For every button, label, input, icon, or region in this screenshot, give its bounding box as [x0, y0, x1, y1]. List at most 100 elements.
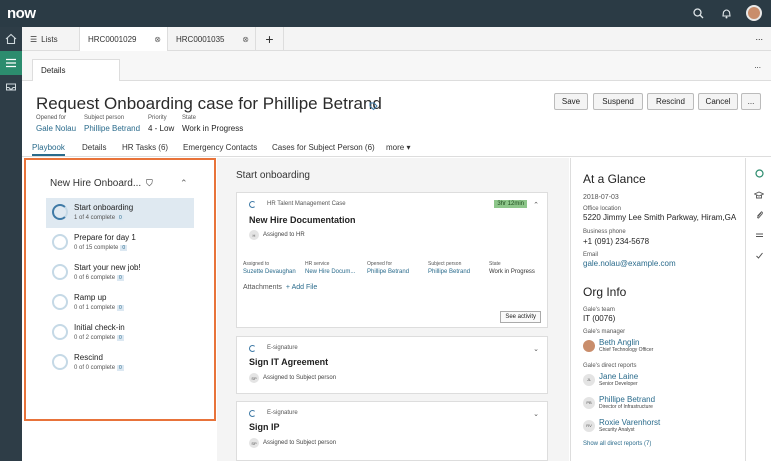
- card-title: New Hire Documentation: [249, 215, 356, 225]
- tab-hrc0001029[interactable]: HRC0001029 ⊗: [80, 27, 168, 51]
- hr-service-link[interactable]: New Hire Docum...: [305, 269, 355, 275]
- direct-report-card[interactable]: JL Jane Laine Senior Developer: [583, 372, 638, 387]
- playbook-step[interactable]: Rescind 0 of 0 complete 0: [46, 348, 194, 378]
- subject-person-field: Subject person Phillipe Betrand: [84, 115, 141, 133]
- business-phone: +1 (091) 234-5678: [583, 237, 650, 246]
- progress-circle-icon: [52, 234, 68, 250]
- sub-tabs: Details ...: [22, 51, 771, 81]
- checkmark-icon[interactable]: [754, 250, 764, 260]
- stack-icon[interactable]: [754, 230, 764, 240]
- playbook-panel: New Hire Onboard... ⛉ ⌃ Start onboarding…: [24, 158, 216, 421]
- right-rail: [745, 158, 771, 461]
- tab-more[interactable]: more ▾: [386, 143, 410, 152]
- user-avatar[interactable]: [745, 4, 763, 22]
- search-icon[interactable]: [689, 4, 707, 22]
- playbook-step[interactable]: Start onboarding 1 of 4 complete 0: [46, 198, 194, 228]
- playbook-step[interactable]: Prepare for day 1 0 of 15 complete 0: [46, 228, 194, 258]
- report-avatar: RV: [583, 419, 595, 432]
- card-title: Sign IT Agreement: [249, 357, 329, 367]
- at-a-glance-title: At a Glance: [583, 172, 646, 186]
- playbook-step[interactable]: Start your new job! 0 of 6 complete 0: [46, 258, 194, 288]
- subject-person-link[interactable]: Phillipe Betrand: [428, 269, 470, 275]
- direct-report-card[interactable]: PB Phillipe Betrand Director of Infrastru…: [583, 395, 655, 410]
- manager-card[interactable]: Beth Anglin Chief Technology Officer: [583, 338, 653, 353]
- form-tabs: Playbook Details HR Tasks (6) Emergency …: [22, 141, 771, 157]
- org-info-title: Org Info: [583, 285, 627, 299]
- priority-field: Priority 4 - Low: [148, 115, 175, 133]
- progress-circle-icon: [52, 264, 68, 280]
- playbook-title: New Hire Onboard...: [50, 178, 142, 189]
- cancel-button[interactable]: Cancel: [698, 93, 738, 110]
- tab-emergency-contacts[interactable]: Emergency Contacts: [183, 143, 257, 152]
- subject-person-avatar: SP: [249, 373, 259, 383]
- tab-hr-tasks[interactable]: HR Tasks (6): [122, 143, 168, 152]
- left-navigation: [0, 27, 22, 461]
- progress-circle-icon: [249, 345, 256, 352]
- save-button[interactable]: Save: [554, 93, 588, 110]
- home-icon[interactable]: [0, 27, 22, 51]
- chevron-down-icon[interactable]: ⌄: [533, 345, 539, 353]
- notification-bell-icon[interactable]: [717, 4, 735, 22]
- progress-circle-icon: [249, 410, 256, 417]
- opened-for-link[interactable]: Phillipe Betrand: [367, 269, 409, 275]
- office-location: 5220 Jimmy Lee Smith Parkway, Hiram,GA: [583, 213, 737, 222]
- paperclip-icon[interactable]: [754, 210, 764, 220]
- activity-card[interactable]: HR Talent Management Case 3hr 12min ⌃ Ne…: [236, 192, 548, 328]
- now-logo[interactable]: now: [7, 5, 36, 22]
- report-avatar: PB: [583, 396, 595, 409]
- show-all-reports-link[interactable]: Show all direct reports (7): [583, 441, 651, 447]
- record-tabs: ☰ Lists HRC0001029 ⊗ HRC0001035 ⊗ + ...: [22, 27, 771, 51]
- top-bar: now: [0, 0, 771, 27]
- tab-details[interactable]: Details: [32, 59, 120, 81]
- report-avatar: JL: [583, 373, 595, 386]
- activity-card[interactable]: E-signature ⌄ Sign IP SP Assigned to Subj…: [236, 401, 548, 461]
- progress-circle-icon: [52, 204, 68, 220]
- graduation-cap-icon[interactable]: [754, 190, 764, 200]
- activity-card[interactable]: E-signature ⌄ Sign IT Agreement SP Assign…: [236, 336, 548, 394]
- tab-close-icon[interactable]: ⊗: [154, 35, 161, 44]
- section-title: Start onboarding: [236, 170, 310, 181]
- assigned-to-link[interactable]: Suzette Devaughan: [243, 269, 296, 275]
- inbox-icon[interactable]: [0, 75, 22, 99]
- progress-circle-icon: [52, 294, 68, 310]
- subtabs-more-button[interactable]: ...: [754, 61, 761, 70]
- subject-person-avatar: SP: [249, 438, 259, 448]
- filter-icon[interactable]: ⛉: [146, 178, 153, 189]
- tab-close-icon[interactable]: ⊗: [242, 35, 249, 44]
- tab-details-form[interactable]: Details: [82, 143, 106, 152]
- manager-avatar: [583, 339, 595, 352]
- playbook-step[interactable]: Initial check-in 0 of 2 complete 0: [46, 318, 194, 348]
- actions-more-button[interactable]: ...: [741, 93, 761, 110]
- rescind-button[interactable]: Rescind: [647, 93, 694, 110]
- list-view-icon[interactable]: [0, 51, 22, 75]
- sla-timer-badge: 3hr 12min: [494, 200, 527, 208]
- progress-circle-icon: [52, 354, 68, 370]
- subject-person-link[interactable]: Phillipe Betrand: [84, 124, 140, 133]
- see-activity-button[interactable]: See activity: [500, 311, 541, 323]
- card-title: Sign IP: [249, 422, 280, 432]
- chevron-up-icon[interactable]: ⌃: [533, 201, 539, 209]
- email-link[interactable]: gale.nolau@example.com: [583, 259, 676, 268]
- page-title: Request Onboarding case for Phillipe Bet…: [36, 94, 382, 113]
- tab-playbook[interactable]: Playbook: [32, 143, 65, 156]
- progress-circle-icon: [52, 324, 68, 340]
- tab-cases-subject-person[interactable]: Cases for Subject Person (6): [272, 143, 375, 152]
- hr-avatar: H: [249, 230, 259, 240]
- chevron-up-icon[interactable]: ⌃: [180, 178, 188, 189]
- tabs-more-button[interactable]: ...: [755, 32, 763, 42]
- opened-for-link[interactable]: Gale Nolau: [36, 124, 76, 133]
- menu-icon: ☰: [30, 34, 38, 44]
- playbook-circle-icon[interactable]: [754, 168, 764, 178]
- playbook-step[interactable]: Ramp up 0 of 1 complete 0: [46, 288, 194, 318]
- add-file-link[interactable]: + Add File: [286, 284, 317, 291]
- suspend-button[interactable]: Suspend: [593, 93, 643, 110]
- opened-for-field: Opened for Gale Nolau: [36, 115, 77, 133]
- direct-report-card[interactable]: RV Roxie Varenhorst Security Analyst: [583, 418, 660, 433]
- lists-tab[interactable]: ☰ Lists: [22, 27, 80, 51]
- chevron-down-icon[interactable]: ⌄: [533, 410, 539, 418]
- new-tab-button[interactable]: +: [256, 27, 284, 51]
- tag-icon[interactable]: [369, 98, 378, 116]
- tab-hrc0001035[interactable]: HRC0001035 ⊗: [168, 27, 256, 51]
- team-value: IT (0076): [583, 314, 616, 323]
- progress-circle-icon: [249, 201, 256, 208]
